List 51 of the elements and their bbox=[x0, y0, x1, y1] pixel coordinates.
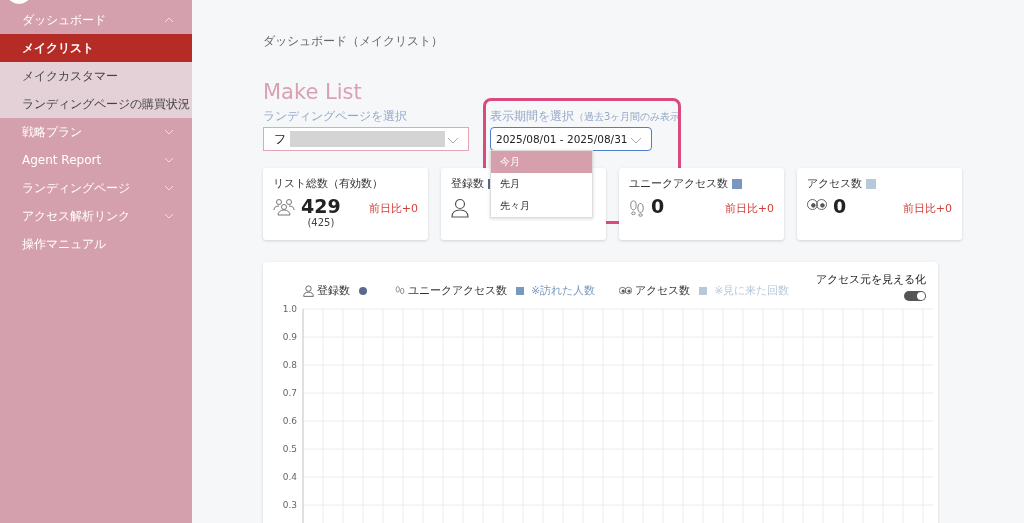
dropdown-option[interactable]: 先月 bbox=[491, 173, 592, 196]
stat-value: 0 bbox=[651, 196, 665, 217]
change-text: 前日比+0 bbox=[724, 201, 774, 217]
eyes-icon bbox=[619, 286, 633, 296]
stat-label: リスト総数（有効数） bbox=[273, 176, 383, 192]
stat-label: 登録数 bbox=[451, 176, 484, 192]
stat-subvalue: (425) bbox=[307, 217, 335, 228]
person-icon bbox=[303, 284, 314, 297]
stat-value: 0 bbox=[833, 196, 847, 217]
people-icon bbox=[273, 198, 295, 217]
toggle-label: アクセス元を見える化 bbox=[816, 272, 926, 288]
axis-tick-label: 0.5 bbox=[282, 444, 297, 455]
axis-tick-label: 0.3 bbox=[282, 500, 297, 511]
legend-label: 登録数 bbox=[317, 283, 350, 299]
dropdown-option[interactable]: 先々月 bbox=[491, 195, 592, 218]
sidebar-subitem[interactable]: メイクリスト bbox=[0, 34, 192, 62]
chevron-icon bbox=[164, 157, 174, 163]
chevron-icon bbox=[447, 137, 459, 145]
chevron-icon bbox=[630, 137, 642, 145]
legend-note: ※訪れた人数 bbox=[531, 283, 596, 299]
footprints-icon bbox=[395, 284, 405, 297]
footprints-icon bbox=[629, 198, 645, 219]
stat-label: ユニークアクセス数 bbox=[629, 176, 728, 192]
axis-tick-label: 1.0 bbox=[282, 304, 297, 315]
change-text: 前日比+0 bbox=[902, 201, 952, 217]
chevron-icon bbox=[164, 17, 174, 23]
breadcrumb: ダッシュボード（メイクリスト） bbox=[263, 33, 444, 50]
chevron-icon bbox=[164, 129, 174, 135]
field-label: 表示期間を選択 bbox=[490, 108, 574, 126]
toggle-switch[interactable] bbox=[904, 291, 926, 302]
axis-tick-label: 0.4 bbox=[282, 472, 297, 483]
legend-note: ※見に来た回数 bbox=[714, 283, 790, 299]
chevron-icon bbox=[164, 213, 174, 219]
axis-tick-label: 0.8 bbox=[282, 360, 297, 371]
stat-value: 429 bbox=[301, 196, 341, 217]
stat-label: アクセス数 bbox=[807, 176, 862, 192]
chevron-icon bbox=[164, 185, 174, 191]
axis-tick-label: 0.7 bbox=[282, 388, 297, 399]
period-select[interactable]: 2025/08/01 - 2025/08/31 bbox=[490, 127, 652, 152]
sidebar-subitem[interactable]: メイクカスタマー bbox=[0, 62, 192, 90]
field-label: ランディングページを選択 bbox=[263, 108, 408, 126]
axis-tick-label: 0.6 bbox=[282, 416, 297, 427]
page-title: Make List bbox=[263, 81, 363, 105]
legend-label: アクセス数 bbox=[635, 283, 691, 299]
eyes-icon bbox=[807, 198, 827, 212]
landing-page-select[interactable]: フ bbox=[263, 127, 469, 152]
person-icon bbox=[451, 198, 469, 219]
change-text: 前日比+0 bbox=[368, 201, 418, 217]
sidebar-subitem[interactable]: ランディングページの購買状況 bbox=[0, 90, 192, 118]
legend-label: ユニークアクセス数 bbox=[408, 283, 507, 299]
axis-tick-label: 0.9 bbox=[282, 332, 297, 343]
